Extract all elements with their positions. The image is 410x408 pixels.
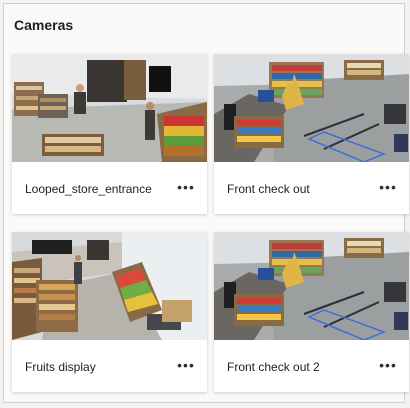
camera-thumbnail[interactable] (214, 232, 409, 340)
camera-feed-image (12, 54, 207, 162)
page-title: Cameras (14, 17, 74, 33)
more-horizontal-icon[interactable]: ••• (377, 354, 399, 376)
camera-card-front-check-out-2[interactable]: Front check out 2 ••• (214, 232, 409, 392)
camera-card-front-check-out[interactable]: Front check out ••• (214, 54, 409, 214)
camera-thumbnail[interactable] (12, 54, 207, 162)
camera-name: Fruits display (25, 360, 96, 374)
camera-thumbnail[interactable] (214, 54, 409, 162)
camera-feed-image (214, 54, 409, 162)
camera-thumbnail[interactable] (12, 232, 207, 340)
camera-card-store-entrance[interactable]: Looped_store_entrance ••• (12, 54, 207, 214)
camera-feed-image (12, 232, 207, 340)
camera-name: Looped_store_entrance (25, 182, 152, 196)
cameras-panel: Cameras Looped_store_entrance ••• Front … (3, 3, 409, 403)
more-horizontal-icon[interactable]: ••• (175, 176, 197, 198)
camera-card-fruits-display[interactable]: Fruits display ••• (12, 232, 207, 392)
camera-name: Front check out 2 (227, 360, 320, 374)
camera-name: Front check out (227, 182, 310, 196)
camera-feed-image (214, 232, 409, 340)
more-horizontal-icon[interactable]: ••• (175, 354, 197, 376)
more-horizontal-icon[interactable]: ••• (377, 176, 399, 198)
